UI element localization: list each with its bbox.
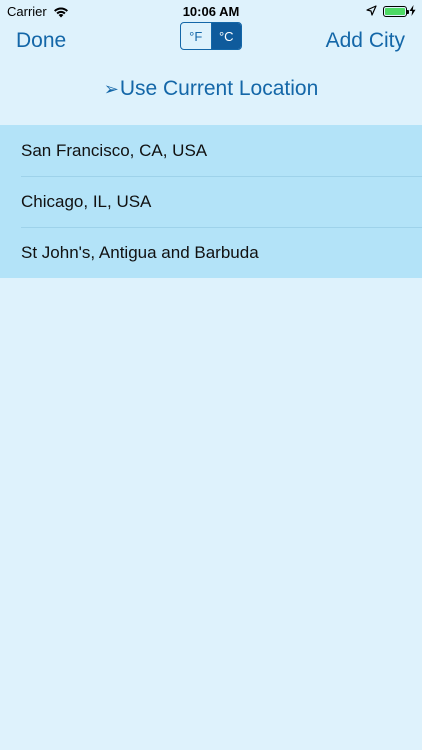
nav-bar: Done °F °C Add City (0, 22, 422, 62)
status-bar: Carrier 10:06 AM (0, 0, 422, 22)
city-list: San Francisco, CA, USA Chicago, IL, USA … (0, 125, 422, 278)
celsius-segment[interactable]: °C (210, 23, 241, 49)
location-arrow-icon: ➢ (103, 78, 119, 99)
battery-icon (383, 6, 409, 17)
city-list-item[interactable]: St John's, Antigua and Barbuda (0, 227, 422, 278)
city-list-item[interactable]: San Francisco, CA, USA (0, 125, 422, 176)
done-button[interactable]: Done (16, 29, 66, 53)
use-current-location-label: Use Current Location (119, 77, 319, 100)
add-city-button[interactable]: Add City (326, 29, 405, 53)
bolt-icon (409, 4, 416, 19)
use-current-location-button[interactable]: ➢ Use Current Location (0, 72, 422, 106)
city-list-item[interactable]: Chicago, IL, USA (0, 176, 422, 227)
unit-toggle[interactable]: °F °C (180, 22, 242, 50)
status-right-group (366, 4, 416, 19)
location-arrow-icon (366, 4, 377, 19)
fahrenheit-segment[interactable]: °F (181, 23, 211, 49)
status-time: 10:06 AM (182, 4, 240, 19)
battery-nub (407, 10, 409, 14)
battery-level-fill (385, 8, 405, 15)
